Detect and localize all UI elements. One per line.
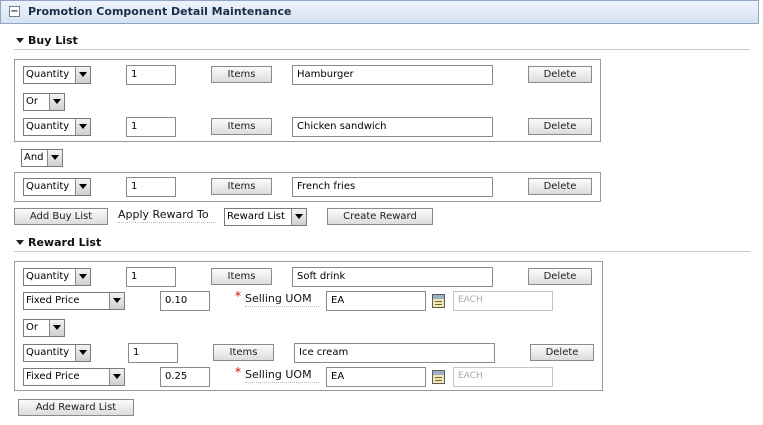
chevron-down-icon <box>47 150 62 166</box>
chevron-down-icon <box>75 67 90 83</box>
buy-row-2-items-button[interactable]: Items <box>211 118 272 135</box>
select-value: Fixed Price <box>26 371 80 382</box>
input-value: 1 <box>131 121 138 132</box>
reward-row-2-price-input[interactable]: 0.25 <box>160 367 210 387</box>
buy-row-3-qty-input[interactable]: 1 <box>126 177 176 197</box>
buy-list-divider <box>14 49 750 50</box>
reward-row-1-type-select[interactable]: Quantity <box>23 268 91 286</box>
panel-title: Promotion Component Detail Maintenance <box>28 5 292 18</box>
reward-list-toggle-icon[interactable] <box>16 240 24 245</box>
select-value: Or <box>26 322 38 333</box>
buy-group-connector-select[interactable]: And <box>21 149 63 167</box>
reward-row-2-qty-input[interactable]: 1 <box>128 343 178 363</box>
buy-inner-connector-select[interactable]: Or <box>23 93 65 111</box>
add-reward-list-button[interactable]: Add Reward List <box>18 399 134 416</box>
buy-row-2-qty-input[interactable]: 1 <box>126 117 176 137</box>
reward-row-1-qty-input[interactable]: 1 <box>126 267 176 287</box>
reward-list-divider <box>14 251 750 252</box>
select-value: And <box>24 152 44 163</box>
input-value: EACH <box>458 295 483 305</box>
buy-row-1-type-select[interactable]: Quantity <box>23 66 91 84</box>
buy-row-1-delete-button[interactable]: Delete <box>528 66 592 83</box>
reward-row-1-uom-label: Selling UOM <box>245 292 319 307</box>
reward-row-1-uom-desc: EACH <box>453 291 553 311</box>
reward-row-2-uom-label: Selling UOM <box>245 368 319 383</box>
input-value: EA <box>331 295 345 306</box>
chevron-down-icon <box>49 94 64 110</box>
input-value: EA <box>331 371 345 382</box>
reward-list-title: Reward List <box>28 236 102 249</box>
reward-row-1-item-input[interactable]: Soft drink <box>292 267 493 287</box>
reward-row-2-items-button[interactable]: Items <box>213 344 274 361</box>
create-reward-button[interactable]: Create Reward <box>327 208 433 225</box>
buy-row-2-type-select[interactable]: Quantity <box>23 118 91 136</box>
reward-row-1-price-type-select[interactable]: Fixed Price <box>23 292 125 310</box>
reward-row-2-type-select[interactable]: Quantity <box>23 344 91 362</box>
chevron-down-icon <box>75 179 90 195</box>
select-value: Fixed Price <box>26 295 80 306</box>
calendar-lookup-icon[interactable] <box>432 294 445 308</box>
reward-row-2-uom-input[interactable]: EA <box>326 367 426 387</box>
chevron-down-icon <box>291 209 306 225</box>
reward-row-2-item-input[interactable]: Ice cream <box>294 343 495 363</box>
select-value: Quantity <box>26 121 70 132</box>
input-value: 1 <box>131 181 138 192</box>
select-value: Or <box>26 96 38 107</box>
reward-row-1-price-input[interactable]: 0.10 <box>160 291 210 311</box>
buy-row-1-item-input[interactable]: Hamburger <box>292 65 493 85</box>
input-value: Hamburger <box>297 69 354 80</box>
chevron-down-icon <box>75 269 90 285</box>
required-indicator: * <box>235 365 241 379</box>
buy-row-3-delete-button[interactable]: Delete <box>528 178 592 195</box>
buy-row-1-qty-input[interactable]: 1 <box>126 65 176 85</box>
select-value: Quantity <box>26 69 70 80</box>
input-value: 0.10 <box>165 295 188 306</box>
collapse-panel-icon[interactable]: − <box>9 6 20 17</box>
select-value: Quantity <box>26 347 70 358</box>
buy-row-1-items-button[interactable]: Items <box>211 66 272 83</box>
buy-row-2-delete-button[interactable]: Delete <box>528 118 592 135</box>
buy-list-toggle-icon[interactable] <box>16 38 24 43</box>
chevron-down-icon <box>109 293 124 309</box>
buy-row-3-type-select[interactable]: Quantity <box>23 178 91 196</box>
select-value: Quantity <box>26 271 70 282</box>
input-value: 1 <box>133 347 140 358</box>
reward-row-1-items-button[interactable]: Items <box>211 268 272 285</box>
input-value: Ice cream <box>299 347 349 358</box>
chevron-down-icon <box>109 369 124 385</box>
buy-row-2-item-input[interactable]: Chicken sandwich <box>292 117 493 137</box>
select-value: Reward List <box>227 211 285 222</box>
apply-reward-to-select[interactable]: Reward List <box>224 208 307 226</box>
add-buy-list-button[interactable]: Add Buy List <box>14 208 108 225</box>
input-value: Chicken sandwich <box>297 121 387 132</box>
input-value: French fries <box>297 181 356 192</box>
buy-list-title: Buy List <box>28 34 78 47</box>
input-value: 1 <box>131 271 138 282</box>
input-value: Soft drink <box>297 271 346 282</box>
reward-connector-select[interactable]: Or <box>23 319 65 337</box>
required-indicator: * <box>235 289 241 303</box>
input-value: 0.25 <box>165 371 188 382</box>
input-value: 1 <box>131 69 138 80</box>
calendar-lookup-icon[interactable] <box>432 370 445 384</box>
buy-row-3-item-input[interactable]: French fries <box>292 177 493 197</box>
reward-row-2-uom-desc: EACH <box>453 367 553 387</box>
chevron-down-icon <box>75 119 90 135</box>
reward-row-2-delete-button[interactable]: Delete <box>530 344 594 361</box>
reward-row-2-price-type-select[interactable]: Fixed Price <box>23 368 125 386</box>
reward-row-1-delete-button[interactable]: Delete <box>528 268 592 285</box>
reward-row-1-uom-input[interactable]: EA <box>326 291 426 311</box>
input-value: EACH <box>458 371 483 381</box>
apply-reward-to-label: Apply Reward To <box>118 208 216 223</box>
buy-row-3-items-button[interactable]: Items <box>211 178 272 195</box>
chevron-down-icon <box>49 320 64 336</box>
chevron-down-icon <box>75 345 90 361</box>
select-value: Quantity <box>26 181 70 192</box>
